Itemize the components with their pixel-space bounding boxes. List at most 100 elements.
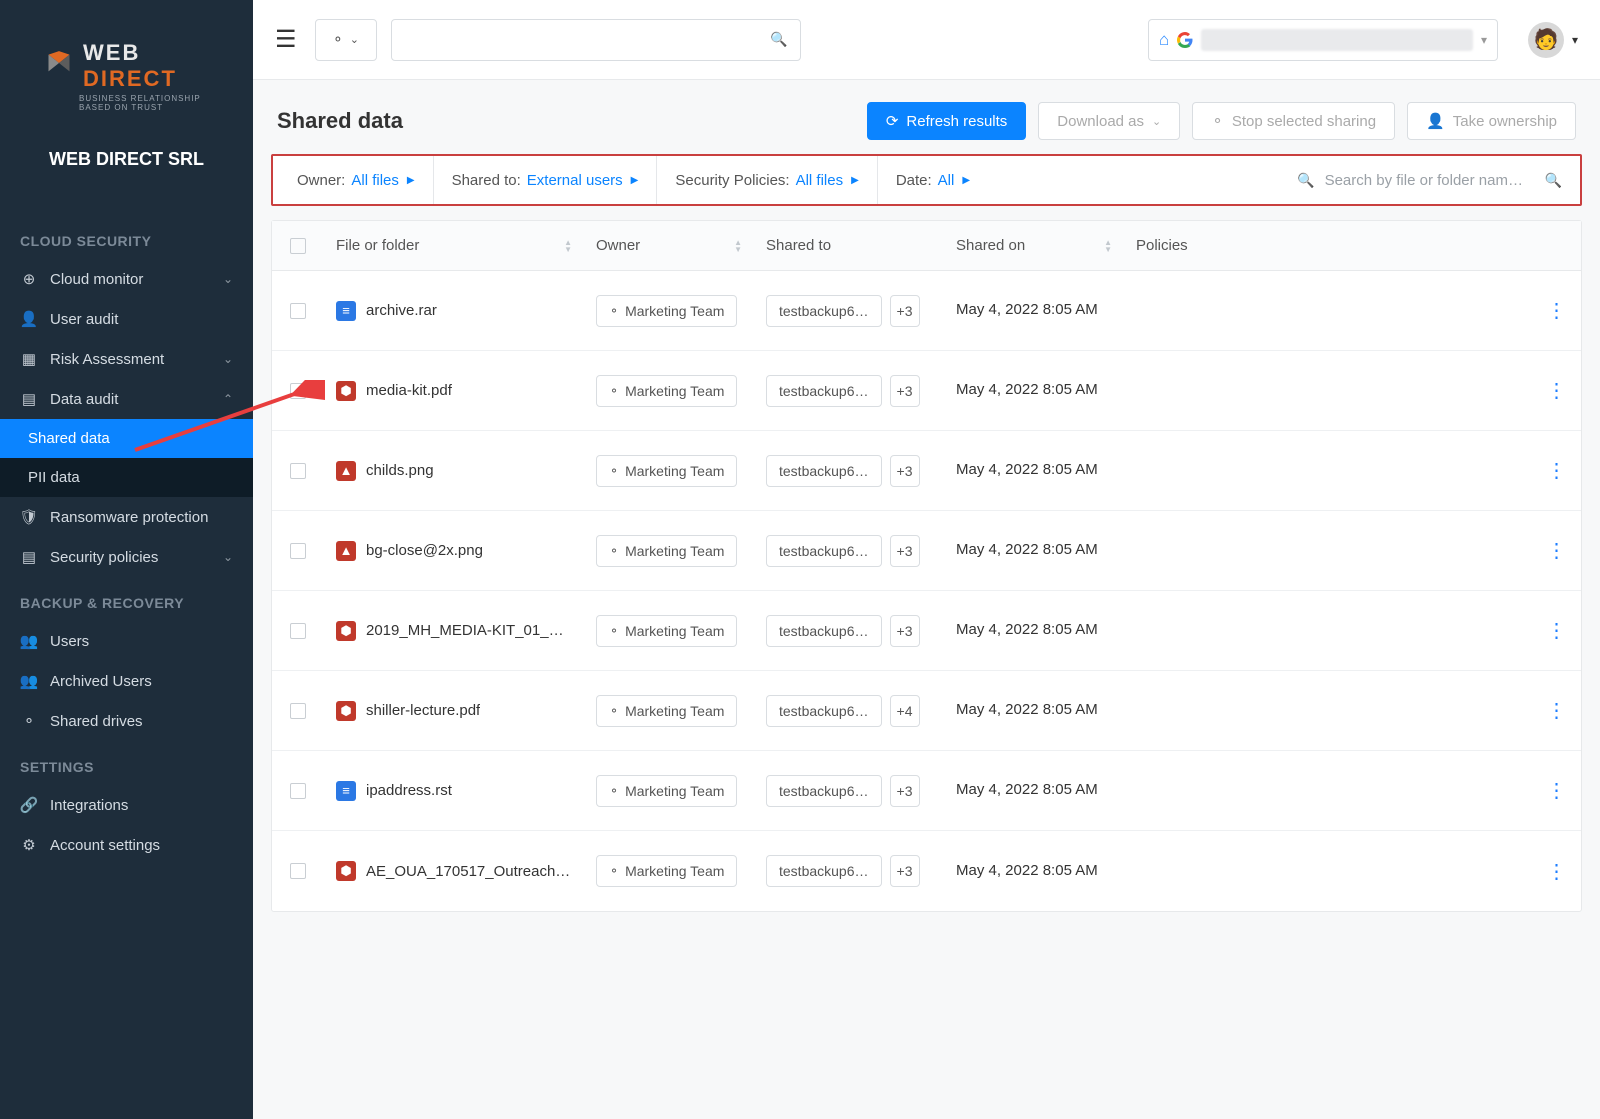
users-icon: 👥 xyxy=(20,632,38,650)
shared-to-extra[interactable]: +3 xyxy=(890,535,920,567)
filter-bar: Owner: All files ▶ Shared to: External u… xyxy=(271,154,1582,206)
sidebar-item-integrations[interactable]: 🔗 Integrations xyxy=(0,785,253,825)
row-checkbox[interactable] xyxy=(290,703,306,719)
col-shared-to[interactable]: Shared to xyxy=(754,237,944,254)
refresh-button[interactable]: ⟳ Refresh results xyxy=(867,102,1026,140)
brand-name-part1: WEB xyxy=(83,40,140,65)
filter-search-input[interactable] xyxy=(1325,172,1535,189)
sidebar-item-account-settings[interactable]: ⚙ Account settings xyxy=(0,825,253,865)
row-checkbox[interactable] xyxy=(290,463,306,479)
select-all-checkbox[interactable] xyxy=(290,238,306,254)
row-checkbox[interactable] xyxy=(290,863,306,879)
sidebar-item-label: Risk Assessment xyxy=(50,351,164,368)
share-icon: ⚬ xyxy=(609,304,619,318)
stop-sharing-label: Stop selected sharing xyxy=(1232,113,1376,130)
download-as-button[interactable]: Download as ⌄ xyxy=(1038,102,1180,140)
table-row[interactable]: ▲ bg-close@2x.png ⚬ Marketing Team testb… xyxy=(272,511,1581,591)
shared-on-date: May 4, 2022 8:05 AM xyxy=(956,300,1098,320)
share-network-button[interactable]: ⚬ ⌄ xyxy=(315,19,377,61)
row-more-button[interactable]: ⋮ xyxy=(1547,618,1568,643)
chevron-down-icon: ⌄ xyxy=(223,550,233,564)
sidebar-item-shared-data[interactable]: Shared data xyxy=(0,419,253,458)
shared-to-extra[interactable]: +4 xyxy=(890,695,920,727)
sidebar-item-shared-drives[interactable]: ⚬ Shared drives xyxy=(0,701,253,741)
owner-chip[interactable]: ⚬ Marketing Team xyxy=(596,775,737,807)
row-more-button[interactable]: ⋮ xyxy=(1547,538,1568,563)
share-icon: ⚬ xyxy=(20,712,38,730)
take-ownership-button[interactable]: 👤 Take ownership xyxy=(1407,102,1576,140)
row-checkbox[interactable] xyxy=(290,783,306,799)
shared-to-chip[interactable]: testbackup6… xyxy=(766,295,882,327)
sidebar-item-security-policies[interactable]: ▤ Security policies ⌄ xyxy=(0,537,253,577)
filter-owner[interactable]: Owner: All files ▶ xyxy=(279,156,434,204)
row-more-button[interactable]: ⋮ xyxy=(1547,298,1568,323)
shared-to-extra[interactable]: +3 xyxy=(890,455,920,487)
sidebar-item-ransomware[interactable]: 🛡 Ransomware protection xyxy=(0,497,253,537)
owner-chip[interactable]: ⚬ Marketing Team xyxy=(596,535,737,567)
row-checkbox[interactable] xyxy=(290,543,306,559)
filter-shared-to[interactable]: Shared to: External users ▶ xyxy=(434,156,658,204)
row-more-button[interactable]: ⋮ xyxy=(1547,859,1568,884)
owner-chip[interactable]: ⚬ Marketing Team xyxy=(596,375,737,407)
browser-url-box[interactable]: ⌂ ▾ xyxy=(1148,19,1498,61)
share-icon: ⚬ xyxy=(609,464,619,478)
hamburger-button[interactable]: ☰ xyxy=(275,25,297,54)
table-row[interactable]: ⬢ 2019_MH_MEDIA-KIT_01_… ⚬ Marketing Tea… xyxy=(272,591,1581,671)
row-more-button[interactable]: ⋮ xyxy=(1547,458,1568,483)
table-row[interactable]: ⬢ shiller-lecture.pdf ⚬ Marketing Team t… xyxy=(272,671,1581,751)
stop-sharing-button[interactable]: ⚬ Stop selected sharing xyxy=(1192,102,1395,140)
table-row[interactable]: ≡ ipaddress.rst ⚬ Marketing Team testbac… xyxy=(272,751,1581,831)
row-more-button[interactable]: ⋮ xyxy=(1547,378,1568,403)
table-row[interactable]: ⬢ AE_OUA_170517_Outreach… ⚬ Marketing Te… xyxy=(272,831,1581,911)
file-type-icon: ≡ xyxy=(336,781,356,801)
shared-to-chip[interactable]: testbackup6… xyxy=(766,695,882,727)
col-owner[interactable]: Owner ▲▼ xyxy=(584,237,754,254)
sidebar-item-data-audit[interactable]: ▤ Data audit ⌃ xyxy=(0,379,253,419)
row-more-button[interactable]: ⋮ xyxy=(1547,778,1568,803)
row-checkbox[interactable] xyxy=(290,303,306,319)
col-shared-on[interactable]: Shared on ▲▼ xyxy=(944,237,1124,254)
sidebar-item-label: Integrations xyxy=(50,797,128,814)
sidebar-item-cloud-monitor[interactable]: ⊕ Cloud monitor ⌄ xyxy=(0,259,253,299)
global-search-input[interactable] xyxy=(404,31,771,48)
shared-to-extra[interactable]: +3 xyxy=(890,855,920,887)
table-row[interactable]: ≡ archive.rar ⚬ Marketing Team testbacku… xyxy=(272,271,1581,351)
owner-chip[interactable]: ⚬ Marketing Team xyxy=(596,615,737,647)
owner-chip[interactable]: ⚬ Marketing Team xyxy=(596,295,737,327)
shared-to-extra[interactable]: +3 xyxy=(890,775,920,807)
chevron-up-icon: ⌃ xyxy=(223,392,233,406)
sidebar-item-risk-assessment[interactable]: ▦ Risk Assessment ⌄ xyxy=(0,339,253,379)
shared-to-chip[interactable]: testbackup6… xyxy=(766,775,882,807)
file-name: shiller-lecture.pdf xyxy=(366,702,480,719)
owner-chip[interactable]: ⚬ Marketing Team xyxy=(596,855,737,887)
col-file[interactable]: File or folder ▲▼ xyxy=(324,237,584,254)
row-checkbox[interactable] xyxy=(290,623,306,639)
shared-to-chip[interactable]: testbackup6… xyxy=(766,615,882,647)
shared-to-chip[interactable]: testbackup6… xyxy=(766,855,882,887)
table-row[interactable]: ⬢ media-kit.pdf ⚬ Marketing Team testbac… xyxy=(272,351,1581,431)
section-cloud-security: CLOUD SECURITY xyxy=(0,215,253,259)
filter-search[interactable]: 🔍 🔍 xyxy=(1285,172,1574,189)
owner-label: Marketing Team xyxy=(625,783,724,799)
sidebar-item-users[interactable]: 👥 Users xyxy=(0,621,253,661)
col-policies[interactable]: Policies xyxy=(1124,237,1274,254)
sidebar-item-user-audit[interactable]: 👤 User audit xyxy=(0,299,253,339)
shared-to-chip[interactable]: testbackup6… xyxy=(766,535,882,567)
filter-date[interactable]: Date: All ▶ xyxy=(878,156,988,204)
shared-to-chip[interactable]: testbackup6… xyxy=(766,455,882,487)
row-checkbox[interactable] xyxy=(290,383,306,399)
table-row[interactable]: ▲ childs.png ⚬ Marketing Team testbackup… xyxy=(272,431,1581,511)
shared-to-extra[interactable]: +3 xyxy=(890,615,920,647)
sidebar-item-archived-users[interactable]: 👥 Archived Users xyxy=(0,661,253,701)
profile-menu[interactable]: 🧑 ▾ xyxy=(1528,22,1578,58)
owner-chip[interactable]: ⚬ Marketing Team xyxy=(596,695,737,727)
shared-to-chip[interactable]: testbackup6… xyxy=(766,375,882,407)
filter-policies[interactable]: Security Policies: All files ▶ xyxy=(657,156,877,204)
row-more-button[interactable]: ⋮ xyxy=(1547,698,1568,723)
global-search[interactable]: 🔍 xyxy=(391,19,801,61)
shared-to-label: testbackup6… xyxy=(779,383,869,399)
owner-chip[interactable]: ⚬ Marketing Team xyxy=(596,455,737,487)
shared-to-extra[interactable]: +3 xyxy=(890,375,920,407)
sidebar-item-pii-data[interactable]: PII data xyxy=(0,458,253,497)
shared-to-extra[interactable]: +3 xyxy=(890,295,920,327)
